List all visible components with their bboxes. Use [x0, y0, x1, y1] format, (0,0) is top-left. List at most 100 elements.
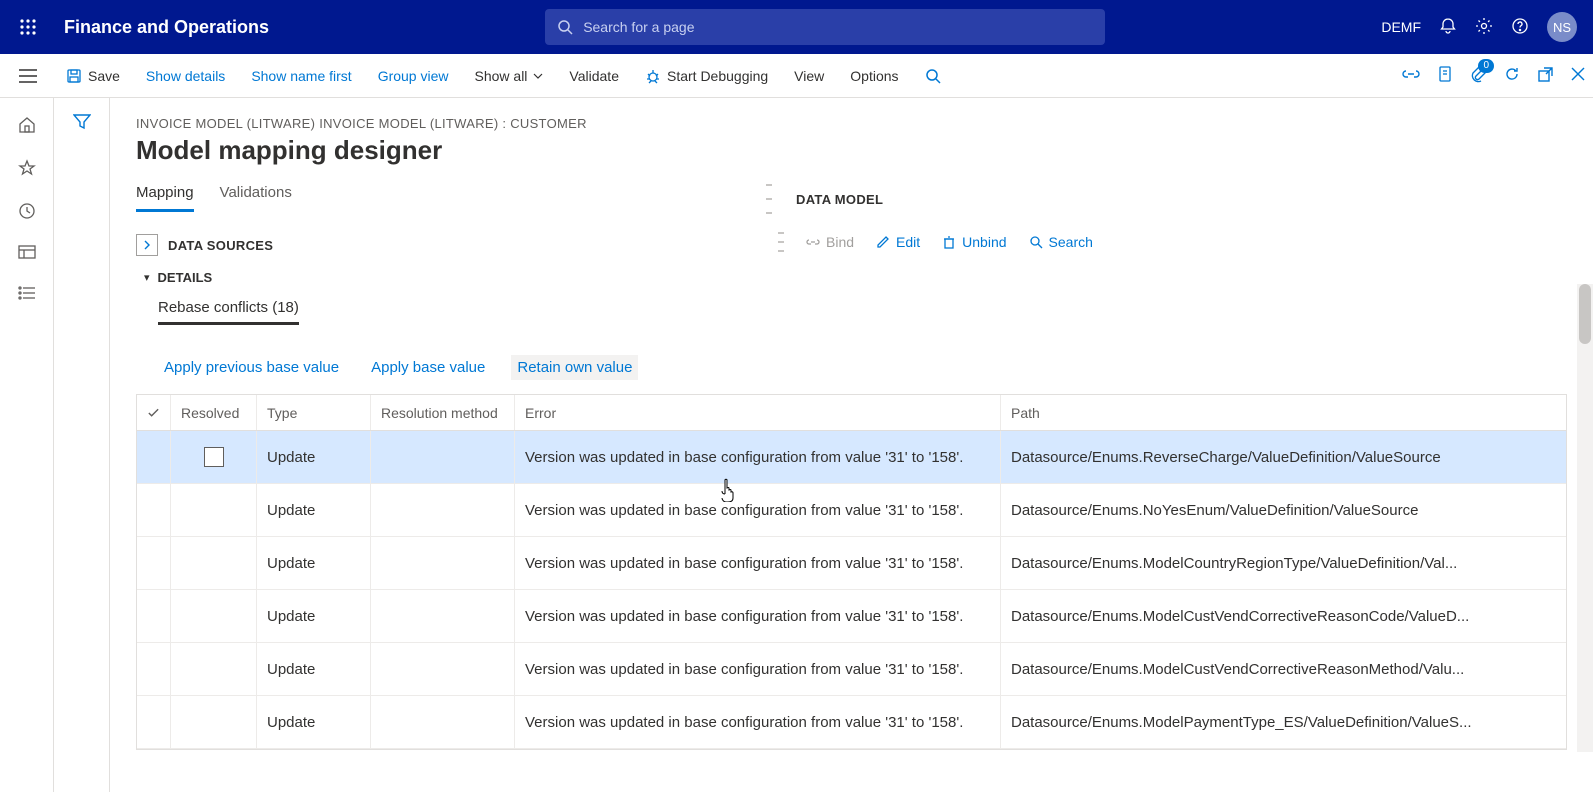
- page-title: Model mapping designer: [136, 135, 1567, 166]
- cell-resolved[interactable]: [171, 431, 257, 483]
- group-view-button[interactable]: Group view: [378, 68, 449, 84]
- cell-resolved[interactable]: [171, 537, 257, 589]
- list-icon[interactable]: [18, 286, 36, 303]
- options-menu[interactable]: Options: [850, 68, 898, 84]
- command-group: Save Show details Show name first Group …: [66, 68, 941, 84]
- table-row[interactable]: UpdateVersion was updated in base config…: [137, 696, 1566, 749]
- cell-path: Datasource/Enums.NoYesEnum/ValueDefiniti…: [1001, 484, 1566, 536]
- row-select-cell[interactable]: [137, 431, 171, 483]
- unbind-button[interactable]: Unbind: [942, 234, 1006, 250]
- help-icon[interactable]: [1511, 17, 1529, 38]
- expand-panel-icon[interactable]: [136, 234, 158, 256]
- resolved-checkbox[interactable]: [204, 447, 224, 467]
- filter-icon[interactable]: [73, 114, 91, 792]
- popout-icon[interactable]: [1538, 67, 1553, 85]
- table-row[interactable]: UpdateVersion was updated in base config…: [137, 537, 1566, 590]
- cell-type: Update: [257, 590, 371, 642]
- table-row[interactable]: Update Version was updated in base config…: [137, 643, 1566, 696]
- save-button[interactable]: Save: [66, 68, 120, 84]
- trash-icon: [942, 235, 956, 249]
- edit-button[interactable]: Edit: [876, 234, 920, 250]
- dm-search-button[interactable]: Search: [1029, 234, 1093, 250]
- tab-validations[interactable]: Validations: [220, 184, 292, 212]
- row-select-cell[interactable]: [137, 484, 171, 536]
- cell-type: Update: [257, 484, 371, 536]
- table-row[interactable]: UpdateVersion was updated in base config…: [137, 431, 1566, 484]
- attachments-button[interactable]: 0: [1470, 65, 1486, 86]
- row-select-cell[interactable]: [137, 696, 171, 748]
- details-subtabs: Rebase conflicts (18): [158, 299, 746, 325]
- validate-button[interactable]: Validate: [569, 68, 619, 84]
- scroll-thumb[interactable]: [1579, 284, 1591, 344]
- home-icon[interactable]: [18, 116, 36, 137]
- table-row[interactable]: UpdateVersion was updated in base config…: [137, 590, 1566, 643]
- workspace-icon[interactable]: [18, 245, 36, 264]
- main-tabs: Mapping Validations: [136, 184, 746, 212]
- cell-resolved[interactable]: [171, 696, 257, 748]
- view-menu[interactable]: View: [794, 68, 824, 84]
- table-header: Resolved Type Resolution method Error Pa…: [137, 395, 1566, 431]
- bell-icon[interactable]: [1439, 17, 1457, 38]
- col-type[interactable]: Type: [257, 395, 371, 430]
- top-navbar: Finance and Operations Search for a page…: [0, 0, 1593, 54]
- details-toggle[interactable]: ▾ DETAILS: [144, 270, 746, 285]
- close-icon[interactable]: [1571, 67, 1585, 84]
- clock-icon[interactable]: [18, 202, 36, 223]
- link-icon: [806, 235, 820, 249]
- global-search[interactable]: Search for a page: [545, 9, 1105, 45]
- page-icon[interactable]: [1438, 66, 1452, 85]
- cell-resolved[interactable]: [171, 590, 257, 642]
- cell-resolution-method: [371, 484, 515, 536]
- retain-own-value-button[interactable]: Retain own value: [511, 355, 638, 380]
- app-launcher-icon[interactable]: [8, 18, 48, 36]
- cell-path: Datasource/Enums.ReverseCharge/ValueDefi…: [1001, 431, 1566, 483]
- cell-resolved[interactable]: [171, 643, 257, 695]
- cell-path: Datasource/Enums.ModelCustVendCorrective…: [1001, 643, 1566, 695]
- show-details-button[interactable]: Show details: [146, 68, 225, 84]
- user-avatar[interactable]: NS: [1547, 12, 1577, 42]
- subtab-rebase-conflicts[interactable]: Rebase conflicts (18): [158, 299, 299, 325]
- cell-type: Update: [257, 643, 371, 695]
- apply-previous-base-button[interactable]: Apply previous base value: [158, 355, 345, 380]
- col-path[interactable]: Path: [1001, 395, 1566, 430]
- apply-base-button[interactable]: Apply base value: [365, 355, 491, 380]
- gear-icon[interactable]: [1475, 17, 1493, 38]
- attach-badge: 0: [1478, 59, 1494, 73]
- show-all-dropdown[interactable]: Show all: [475, 68, 544, 84]
- tab-mapping[interactable]: Mapping: [136, 184, 194, 212]
- main-content: INVOICE MODEL (LITWARE) INVOICE MODEL (L…: [110, 98, 1593, 792]
- cell-path: Datasource/Enums.ModelCountryRegionType/…: [1001, 537, 1566, 589]
- cell-path: Datasource/Enums.ModelCustVendCorrective…: [1001, 590, 1566, 642]
- cell-resolved[interactable]: [171, 484, 257, 536]
- splitter-grip-icon[interactable]: [766, 184, 772, 214]
- search-wrap: Search for a page: [269, 9, 1381, 45]
- cmdbar-search-icon[interactable]: [925, 68, 941, 84]
- col-resolution-method[interactable]: Resolution method: [371, 395, 515, 430]
- cell-error: Version was updated in base configuratio…: [515, 537, 1001, 589]
- row-select-cell[interactable]: [137, 590, 171, 642]
- row-select-cell[interactable]: [137, 643, 171, 695]
- cell-error: Version was updated in base configuratio…: [515, 431, 1001, 483]
- cell-resolution-method: [371, 431, 515, 483]
- col-error[interactable]: Error: [515, 395, 1001, 430]
- row-select-cell[interactable]: [137, 537, 171, 589]
- save-icon: [66, 68, 82, 84]
- link-icon[interactable]: [1402, 67, 1420, 84]
- col-resolved[interactable]: Resolved: [171, 395, 257, 430]
- cell-error: Version was updated in base configuratio…: [515, 643, 1001, 695]
- cell-resolution-method: [371, 590, 515, 642]
- cell-resolution-method: [371, 696, 515, 748]
- start-debugging-button[interactable]: Start Debugging: [645, 68, 768, 84]
- bug-icon: [645, 68, 661, 84]
- search-icon: [1029, 235, 1043, 249]
- datamodel-toolbar: Bind Edit Unbind Search: [778, 232, 1567, 252]
- star-icon[interactable]: [18, 159, 36, 180]
- select-all-checkbox[interactable]: [137, 395, 171, 430]
- splitter-grip2-icon[interactable]: [778, 232, 784, 252]
- company-label[interactable]: DEMF: [1381, 19, 1421, 35]
- hamburger-icon[interactable]: [8, 69, 48, 83]
- table-row[interactable]: UpdateVersion was updated in base config…: [137, 484, 1566, 537]
- show-name-first-button[interactable]: Show name first: [251, 68, 351, 84]
- refresh-icon[interactable]: [1504, 66, 1520, 85]
- vertical-scrollbar[interactable]: [1577, 284, 1593, 752]
